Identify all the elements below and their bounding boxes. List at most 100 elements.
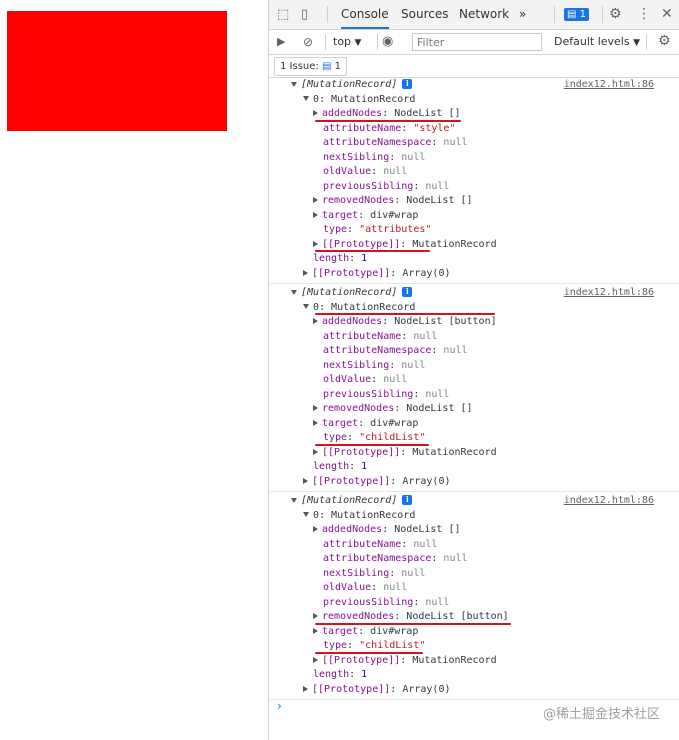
property-key: target	[322, 625, 359, 637]
property-key: length	[313, 669, 350, 680]
context-value: top	[333, 35, 352, 48]
log-header[interactable]: [MutationRecord] i	[291, 286, 413, 300]
eye-icon[interactable]: ◉	[382, 34, 393, 50]
property-key: [[Prototype]]	[322, 654, 401, 666]
property-value: "childList"	[359, 432, 426, 443]
tab-network[interactable]: Network	[459, 0, 509, 29]
console-settings-icon[interactable]: ⚙	[658, 33, 671, 49]
record-row[interactable]: 0: MutationRecord	[303, 509, 415, 523]
property-key: [[Prototype]]	[322, 446, 401, 458]
property-row: type: "childList"	[323, 639, 425, 653]
length-row: length: 1	[313, 252, 367, 266]
property-row: oldValue: null	[323, 373, 407, 387]
record-label: 0: MutationRecord	[313, 93, 416, 105]
property-value: MutationRecord	[412, 238, 497, 250]
messages-badge[interactable]: ▤ 1	[564, 8, 590, 21]
property-row[interactable]: removedNodes: NodeList []	[313, 402, 473, 416]
property-value: NodeList [button]	[406, 611, 509, 622]
property-colon: :	[413, 596, 426, 608]
property-key: attributeNamespace	[323, 345, 432, 356]
filter-input[interactable]: Filter	[412, 33, 542, 51]
annotation-underline	[315, 119, 461, 122]
source-link[interactable]: index12.html:86	[564, 286, 654, 300]
property-row: oldValue: null	[323, 165, 407, 179]
log-header-text: [MutationRecord]	[301, 495, 398, 506]
expand-icon	[313, 627, 318, 634]
property-colon: :	[382, 316, 395, 327]
property-row[interactable]: target: div#wrap	[313, 625, 418, 639]
property-row: attributeNamespace: null	[323, 344, 468, 358]
property-row[interactable]: addedNodes: NodeList []	[313, 523, 461, 537]
property-colon: :	[389, 359, 402, 371]
prototype-row[interactable]: [[Prototype]]: Array(0)	[303, 683, 451, 697]
more-menu-icon[interactable]: ⋮	[637, 6, 651, 22]
source-link[interactable]: index12.html:86	[564, 78, 654, 92]
console-prompt[interactable]: ›	[277, 699, 282, 713]
settings-gear-icon[interactable]: ⚙	[609, 6, 622, 22]
property-value: null	[383, 166, 408, 177]
log-group: [MutationRecord] i index12.html:86 0: Mutat…	[269, 492, 679, 700]
clear-console-icon[interactable]: ⊘	[303, 34, 313, 50]
more-tabs-button[interactable]: »	[519, 0, 526, 29]
property-row: oldValue: null	[323, 581, 407, 595]
property-colon: :	[349, 253, 362, 264]
property-value: 1	[361, 461, 368, 472]
tab-sources[interactable]: Sources	[401, 0, 448, 29]
device-toolbar-icon[interactable]: ▯	[301, 7, 308, 23]
property-colon: :	[389, 151, 402, 163]
property-colon: :	[431, 137, 444, 148]
expand-icon	[313, 405, 318, 411]
toolbar-divider	[646, 34, 647, 50]
toolbar-divider	[602, 6, 603, 23]
property-colon: :	[358, 417, 371, 429]
property-key: oldValue	[323, 374, 372, 385]
close-icon[interactable]: ✕	[661, 6, 673, 22]
record-row[interactable]: 0: MutationRecord	[303, 93, 415, 107]
prototype-row[interactable]: [[Prototype]]: Array(0)	[303, 267, 451, 281]
expand-icon	[313, 613, 318, 619]
issues-bar: 1 Issue: ▤ 1	[269, 55, 679, 78]
property-colon: :	[390, 267, 403, 279]
source-link[interactable]: index12.html:86	[564, 494, 654, 508]
property-key: addedNodes	[322, 108, 383, 119]
context-selector[interactable]: top ▼	[333, 35, 361, 48]
annotation-underline	[315, 622, 511, 625]
property-key: [[Prototype]]	[312, 475, 391, 487]
property-colon: :	[347, 640, 360, 651]
property-value: 1	[361, 253, 368, 264]
property-key: nextSibling	[323, 567, 390, 579]
log-levels-dropdown[interactable]: Default levels ▼	[554, 35, 640, 48]
property-value: NodeList [button]	[394, 316, 497, 327]
log-header[interactable]: [MutationRecord] i	[291, 494, 413, 508]
expand-icon	[313, 211, 318, 218]
log-header[interactable]: [MutationRecord] i	[291, 78, 413, 92]
property-row[interactable]: removedNodes: NodeList []	[313, 194, 473, 208]
property-colon: :	[382, 108, 395, 119]
property-colon: :	[347, 432, 360, 443]
property-row[interactable]: removedNodes: NodeList [button]	[313, 610, 509, 624]
tab-console[interactable]: Console	[341, 0, 389, 29]
property-row[interactable]: [[Prototype]]: MutationRecord	[313, 446, 497, 460]
inspect-element-icon[interactable]: ⬚	[277, 7, 289, 23]
property-value: null	[413, 330, 438, 342]
property-row[interactable]: [[Prototype]]: MutationRecord	[313, 654, 497, 668]
collapse-icon	[303, 304, 309, 309]
property-value: null	[443, 137, 468, 148]
sidebar-toggle-icon[interactable]: ▶	[277, 34, 285, 50]
issues-button[interactable]: 1 Issue: ▤ 1	[274, 57, 347, 76]
record-label: 0: MutationRecord	[313, 301, 416, 313]
property-key: length	[313, 253, 350, 264]
property-value: null	[401, 567, 426, 579]
expand-icon	[313, 240, 318, 247]
property-value: NodeList []	[394, 108, 461, 119]
property-row[interactable]: addedNodes: NodeList [button]	[313, 315, 497, 329]
property-value: NodeList []	[394, 524, 461, 535]
property-value: null	[425, 596, 450, 608]
property-row[interactable]: target: div#wrap	[313, 209, 418, 223]
property-value: MutationRecord	[412, 446, 497, 458]
property-row: previousSibling: null	[323, 596, 449, 610]
property-row[interactable]: target: div#wrap	[313, 417, 418, 431]
issues-label: 1 Issue:	[280, 61, 319, 72]
prototype-row[interactable]: [[Prototype]]: Array(0)	[303, 475, 451, 489]
property-row[interactable]: addedNodes: NodeList []	[313, 107, 461, 121]
